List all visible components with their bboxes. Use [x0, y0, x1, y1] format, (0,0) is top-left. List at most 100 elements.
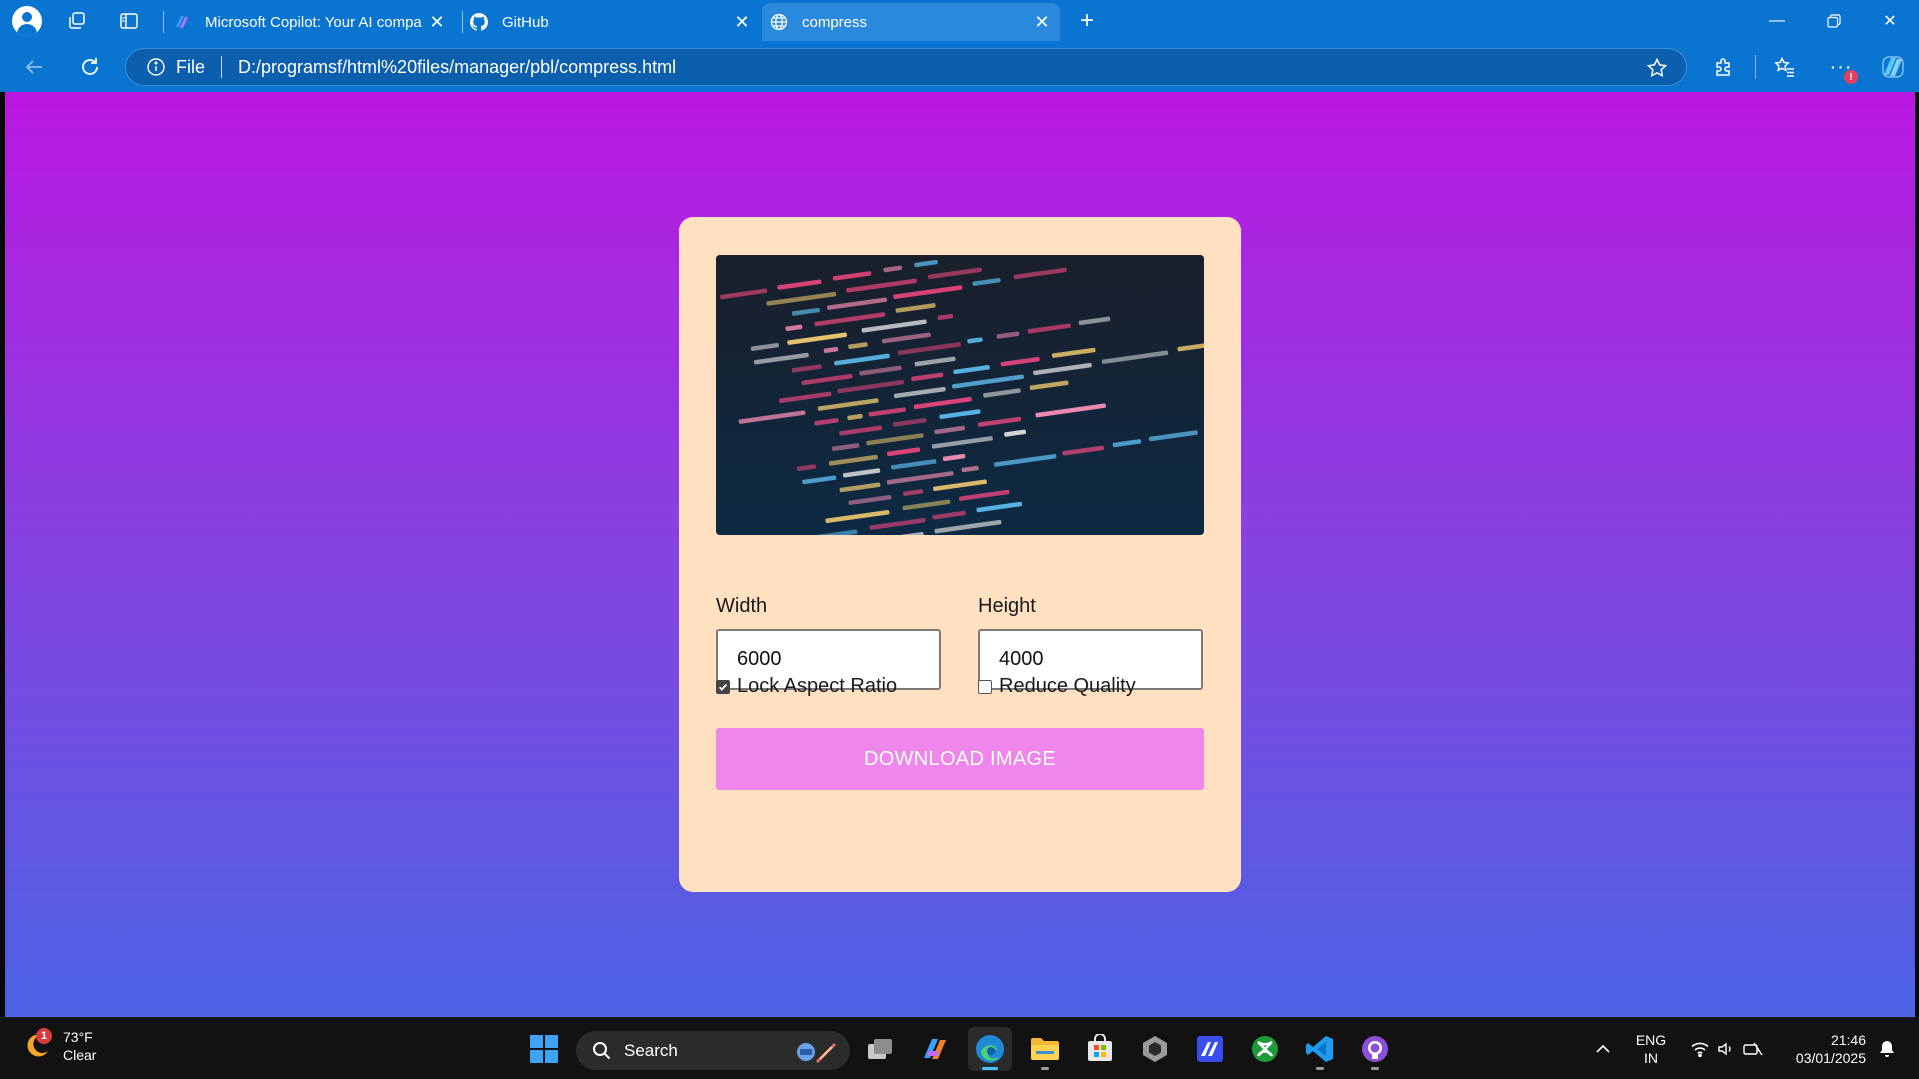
task-view-button[interactable] — [858, 1027, 902, 1071]
favorites-button[interactable] — [1770, 52, 1800, 82]
edge-app[interactable] — [968, 1027, 1012, 1071]
refresh-icon — [82, 58, 98, 75]
image-preview — [716, 255, 1204, 535]
github-desktop-icon — [1362, 1036, 1388, 1062]
language-indicator[interactable]: ENG IN — [1628, 1018, 1674, 1079]
puzzle-icon — [1716, 58, 1730, 76]
app-icon — [1197, 1036, 1223, 1062]
start-button[interactable] — [522, 1027, 566, 1071]
favorites-list-icon — [1774, 56, 1794, 77]
edge-icon — [976, 1035, 1004, 1063]
settings-more-button[interactable]: ··· ! — [1826, 52, 1858, 84]
windows-taskbar: 1 73°F Clear Search ENG IN 21:46 03/01/2… — [0, 1017, 1919, 1079]
language-line2: IN — [1644, 1050, 1658, 1066]
restore-button[interactable] — [1805, 0, 1863, 42]
tab-title: GitHub — [502, 13, 549, 31]
battery-sync-icon — [1743, 1042, 1763, 1056]
copilot-app[interactable] — [913, 1027, 957, 1071]
temperature: 73°F — [63, 1029, 93, 1045]
lock-aspect-ratio-option[interactable]: Lock Aspect Ratio — [716, 675, 897, 698]
reduce-quality-label: Reduce Quality — [999, 675, 1136, 697]
back-button[interactable] — [16, 50, 52, 84]
scheme-label: File — [176, 56, 206, 77]
xbox-app[interactable] — [1243, 1027, 1287, 1071]
lock-aspect-ratio-checkbox[interactable] — [716, 679, 730, 694]
reduce-quality-checkbox[interactable] — [978, 679, 992, 694]
xbox-icon — [1252, 1036, 1278, 1062]
task-view-icon — [868, 1039, 892, 1059]
download-image-button[interactable]: DOWNLOAD IMAGE — [716, 728, 1204, 790]
tab-github[interactable]: GitHub ✕ — [470, 3, 760, 41]
show-hidden-icons-button[interactable] — [1588, 1018, 1618, 1079]
height-value: 4000 — [999, 648, 1044, 670]
address-bar[interactable]: File D:/programsf/html%20files/manager/p… — [125, 48, 1687, 86]
folder-icon — [1031, 1038, 1059, 1060]
compress-card: Width 6000 Height 4000 Lock Aspect Ratio… — [679, 217, 1241, 892]
tab-compress[interactable]: compress ✕ — [762, 3, 1060, 41]
favorite-star-icon[interactable] — [1646, 57, 1668, 79]
copilot-sidebar-button[interactable] — [1878, 52, 1908, 82]
weather-widget[interactable]: 1 73°F Clear — [22, 1028, 96, 1064]
workspaces-button[interactable] — [60, 5, 94, 37]
weather-condition: Clear — [63, 1047, 97, 1063]
vscode-icon — [1306, 1036, 1333, 1062]
close-tab-icon[interactable]: ✕ — [732, 12, 752, 32]
url-text[interactable]: D:/programsf/html%20files/manager/pbl/co… — [238, 57, 676, 78]
profile-button[interactable] — [10, 5, 44, 37]
copilot-icon — [173, 13, 191, 31]
workspaces-icon — [69, 12, 85, 29]
restore-icon — [1827, 14, 1841, 28]
browser-tab-bar: Microsoft Copilot: Your AI compa ✕ GitHu… — [0, 0, 1919, 42]
tab-title: Microsoft Copilot: Your AI compa — [205, 13, 422, 31]
lock-aspect-ratio-label: Lock Aspect Ratio — [737, 675, 898, 697]
date: 03/01/2025 — [1795, 1050, 1866, 1066]
tab-actions-button[interactable] — [112, 5, 146, 37]
plus-icon: + — [1079, 7, 1094, 34]
moon-weather-icon: 1 — [22, 1028, 52, 1061]
profile-avatar-icon — [12, 6, 42, 36]
volume-icon — [1718, 1042, 1731, 1056]
new-tab-button[interactable]: + — [1070, 5, 1104, 37]
divider — [221, 56, 223, 78]
search-icon — [593, 1041, 611, 1059]
close-tab-icon[interactable]: ✕ — [1032, 12, 1052, 32]
language-line1: ENG — [1635, 1032, 1667, 1048]
notifications-button[interactable] — [1874, 1018, 1900, 1079]
tab-copilot[interactable]: Microsoft Copilot: Your AI compa ✕ — [173, 3, 455, 41]
close-window-button[interactable]: ✕ — [1861, 0, 1919, 42]
reduce-quality-option[interactable]: Reduce Quality — [978, 675, 1136, 698]
back-arrow-icon — [25, 60, 42, 74]
width-value: 6000 — [737, 648, 782, 670]
refresh-button[interactable] — [72, 50, 108, 84]
copilot-icon — [1882, 56, 1904, 78]
extensions-button[interactable] — [1709, 52, 1739, 82]
bell-icon — [1880, 1041, 1894, 1057]
browser-navigation-bar: File D:/programsf/html%20files/manager/p… — [0, 42, 1919, 92]
search-label: Search — [624, 1040, 678, 1060]
app-button[interactable] — [1188, 1027, 1232, 1071]
weather-badge: 1 — [36, 1028, 52, 1044]
vertical-tabs-icon — [120, 13, 138, 29]
minimize-button[interactable]: — — [1748, 0, 1806, 42]
time: 21:46 — [1830, 1032, 1866, 1048]
wifi-icon — [1691, 1042, 1709, 1057]
store-icon — [1088, 1034, 1112, 1061]
site-info-icon[interactable] — [146, 57, 166, 77]
page-viewport: Width 6000 Height 4000 Lock Aspect Ratio… — [5, 92, 1915, 1017]
close-tab-icon[interactable]: ✕ — [427, 12, 447, 32]
clock[interactable]: 21:46 03/01/2025 — [1780, 1018, 1866, 1079]
app-button[interactable] — [1133, 1027, 1177, 1071]
windows-logo-icon — [530, 1035, 558, 1063]
globe-icon — [770, 13, 788, 31]
file-explorer-app[interactable] — [1023, 1027, 1067, 1071]
close-icon: ✕ — [1883, 13, 1897, 30]
github-icon — [470, 13, 488, 31]
system-tray-status[interactable] — [1684, 1018, 1770, 1079]
chevron-up-icon — [1596, 1044, 1610, 1053]
taskbar-search[interactable]: Search — [576, 1031, 850, 1070]
github-desktop-app[interactable] — [1353, 1027, 1397, 1071]
height-label: Height — [978, 595, 1036, 617]
vscode-app[interactable] — [1298, 1027, 1342, 1071]
store-app[interactable] — [1078, 1027, 1122, 1071]
alert-badge: ! — [1844, 70, 1858, 84]
